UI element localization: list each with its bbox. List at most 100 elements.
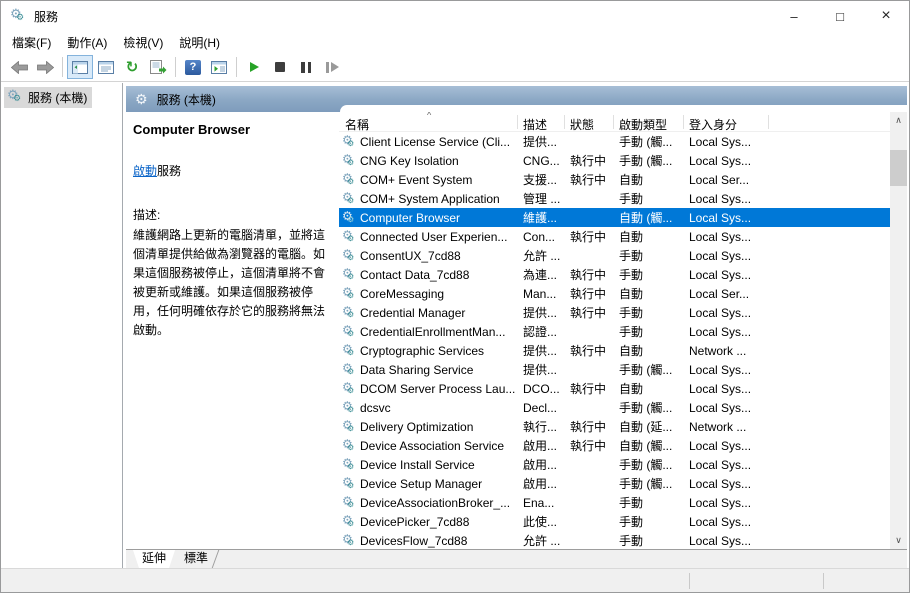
services-panel-header: ⚙ 服務 (本機) <box>126 86 907 112</box>
properties-button[interactable] <box>93 55 119 79</box>
service-gear-icon: ⚙ ⚙ <box>342 457 355 472</box>
menu-file[interactable]: 檔案(F) <box>4 31 59 54</box>
service-gear-icon: ⚙ ⚙ <box>342 324 355 339</box>
service-name-cell: ⚙ ⚙ Device Association Service <box>342 438 505 453</box>
pause-service-button[interactable] <box>293 55 319 79</box>
back-button[interactable] <box>6 55 32 79</box>
service-description-cell: DCO... <box>523 381 560 396</box>
table-row[interactable]: ⚙ ⚙ Connected User Experien... Con... 執行中… <box>339 227 890 246</box>
service-startup-type-cell: 手動 <box>619 268 644 282</box>
table-row[interactable]: ⚙ ⚙ Device Install Service 啟用... 手動 (觸...… <box>339 455 890 474</box>
service-name-cell: ⚙ ⚙ Device Install Service <box>342 457 475 472</box>
table-row[interactable]: ⚙ ⚙ Client License Service (Cli... 提供... … <box>339 132 890 151</box>
menu-action[interactable]: 動作(A) <box>59 31 115 54</box>
stop-icon <box>275 62 285 72</box>
table-row[interactable]: ⚙ ⚙ Device Association Service 啟用... 執行中 … <box>339 436 890 455</box>
forward-icon <box>36 60 54 74</box>
table-row[interactable]: ⚙ ⚙ Computer Browser 維護... 自動 (觸... Local… <box>339 208 890 227</box>
tab-standard[interactable]: 標準 <box>175 550 220 568</box>
service-gear-icon: ⚙ ⚙ <box>342 419 355 434</box>
service-gear-icon: ⚙ ⚙ <box>342 153 355 168</box>
service-name-cell: ⚙ ⚙ Client License Service (Cli... <box>342 134 511 149</box>
services-app-icon: ⚙ ⚙ <box>10 5 25 22</box>
services-header-icon: ⚙ <box>135 90 148 107</box>
service-logon-cell: Local Sys... <box>689 400 752 415</box>
start-icon <box>249 62 259 72</box>
service-logon-cell: Local Sys... <box>689 324 752 339</box>
help-button[interactable]: ? <box>180 55 206 79</box>
service-name-cell: ⚙ ⚙ CNG Key Isolation <box>342 153 459 168</box>
service-startup-type-cell: 手動 <box>619 515 644 529</box>
status-bar <box>1 568 909 592</box>
table-row[interactable]: ⚙ ⚙ DevicePicker_7cd88 此使... 手動 Local Sys… <box>339 512 890 531</box>
table-row[interactable]: ⚙ ⚙ Cryptographic Services 提供... 執行中 自動 N… <box>339 341 890 360</box>
table-row[interactable]: ⚙ ⚙ Device Setup Manager 啟用... 手動 (觸... L… <box>339 474 890 493</box>
table-row[interactable]: ⚙ ⚙ Credential Manager 提供... 執行中 手動 Local… <box>339 303 890 322</box>
table-row[interactable]: ⚙ ⚙ DevicesFlow_7cd88 允許 ... 手動 Local Sys… <box>339 531 890 549</box>
table-row[interactable]: ⚙ ⚙ Contact Data_7cd88 為連... 執行中 手動 Local… <box>339 265 890 284</box>
table-row[interactable]: ⚙ ⚙ ConsentUX_7cd88 允許 ... 手動 Local Sys..… <box>339 246 890 265</box>
service-description-cell: 允許 ... <box>523 534 561 548</box>
export-list-button[interactable] <box>145 55 171 79</box>
service-name-cell: ⚙ ⚙ DCOM Server Process Lau... <box>342 381 516 396</box>
console-tree-icon <box>72 60 88 74</box>
tab-extended[interactable]: 延伸 <box>133 550 175 568</box>
service-status-cell: 執行中 <box>570 268 607 282</box>
scroll-up-icon[interactable]: ∧ <box>890 112 907 129</box>
table-row[interactable]: ⚙ ⚙ CredentialEnrollmentMan... 認證... 手動 L… <box>339 322 890 341</box>
service-logon-cell: Local Sys... <box>689 305 752 320</box>
table-row[interactable]: ⚙ ⚙ DCOM Server Process Lau... DCO... 執行中… <box>339 379 890 398</box>
table-row[interactable]: ⚙ ⚙ dcsvc Decl... 手動 (觸... Local Sys... <box>339 398 890 417</box>
service-logon-cell: Local Sys... <box>689 514 752 529</box>
service-gear-icon: ⚙ ⚙ <box>342 362 355 377</box>
service-startup-type-cell: 手動 <box>619 249 644 263</box>
extended-view-button[interactable] <box>206 55 232 79</box>
table-row[interactable]: ⚙ ⚙ Data Sharing Service 提供... 手動 (觸... L… <box>339 360 890 379</box>
vertical-scrollbar[interactable]: ∧ ∨ <box>890 112 907 549</box>
service-name-cell: ⚙ ⚙ DeviceAssociationBroker_... <box>342 495 511 510</box>
service-startup-type-cell: 手動 <box>619 325 644 339</box>
minimize-button[interactable]: – <box>771 1 817 31</box>
menu-help[interactable]: 說明(H) <box>171 31 228 54</box>
toolbar-separator <box>62 57 63 77</box>
service-name-cell: ⚙ ⚙ DevicesFlow_7cd88 <box>342 533 468 548</box>
service-logon-cell: Local Sys... <box>689 267 752 282</box>
column-header-name[interactable]: 名稱 ^ <box>339 112 517 131</box>
table-row[interactable]: ⚙ ⚙ COM+ Event System 支援... 執行中 自動 Local … <box>339 170 890 189</box>
column-header-description[interactable]: 描述 <box>517 112 564 131</box>
table-row[interactable]: ⚙ ⚙ COM+ System Application 管理 ... 手動 Loc… <box>339 189 890 208</box>
tree-item-services-local[interactable]: ⚙ ⚙ 服務 (本機) <box>4 87 93 108</box>
start-service-button[interactable] <box>241 55 267 79</box>
table-row[interactable]: ⚙ ⚙ CoreMessaging Man... 執行中 自動 Local Ser… <box>339 284 890 303</box>
service-logon-cell: Local Sys... <box>689 229 752 244</box>
services-window: ⚙ ⚙ 服務 – □ × 檔案(F) 動作(A) 檢視(V) 說明(H) ↻ ?… <box>0 0 910 593</box>
service-gear-icon: ⚙ ⚙ <box>342 191 355 206</box>
service-gear-icon: ⚙ ⚙ <box>342 286 355 301</box>
forward-button[interactable] <box>32 55 58 79</box>
menu-view[interactable]: 檢視(V) <box>115 31 171 54</box>
start-service-link[interactable]: 啟動 <box>133 164 157 178</box>
column-header-startup-type[interactable]: 啟動類型 <box>613 112 683 131</box>
scrollbar-thumb[interactable] <box>890 150 907 186</box>
service-logon-cell: Local Sys... <box>689 438 752 453</box>
stop-service-button[interactable] <box>267 55 293 79</box>
service-gear-icon: ⚙ ⚙ <box>342 400 355 415</box>
menu-bar: 檔案(F) 動作(A) 檢視(V) 說明(H) <box>1 31 909 53</box>
service-startup-type-cell: 自動 (延... <box>619 420 673 434</box>
table-row[interactable]: ⚙ ⚙ Delivery Optimization 執行... 執行中 自動 (延… <box>339 417 890 436</box>
column-header-logon-as[interactable]: 登入身分 <box>683 112 769 131</box>
table-row[interactable]: ⚙ ⚙ DeviceAssociationBroker_... Ena... 手動… <box>339 493 890 512</box>
service-description-cell: 管理 ... <box>523 192 561 206</box>
scroll-down-icon[interactable]: ∨ <box>890 532 907 549</box>
service-logon-cell: Local Sys... <box>689 533 752 548</box>
service-startup-type-cell: 手動 <box>619 192 644 206</box>
service-logon-cell: Network ... <box>689 343 747 358</box>
restart-service-button[interactable] <box>319 55 345 79</box>
close-button[interactable]: × <box>863 1 909 31</box>
table-row[interactable]: ⚙ ⚙ CNG Key Isolation CNG... 執行中 手動 (觸...… <box>339 151 890 170</box>
show-console-tree-button[interactable] <box>67 55 93 79</box>
refresh-button[interactable]: ↻ <box>119 55 145 79</box>
maximize-button[interactable]: □ <box>817 1 863 31</box>
column-header-status[interactable]: 狀態 <box>564 112 613 131</box>
service-description-cell: 此使... <box>523 515 558 529</box>
